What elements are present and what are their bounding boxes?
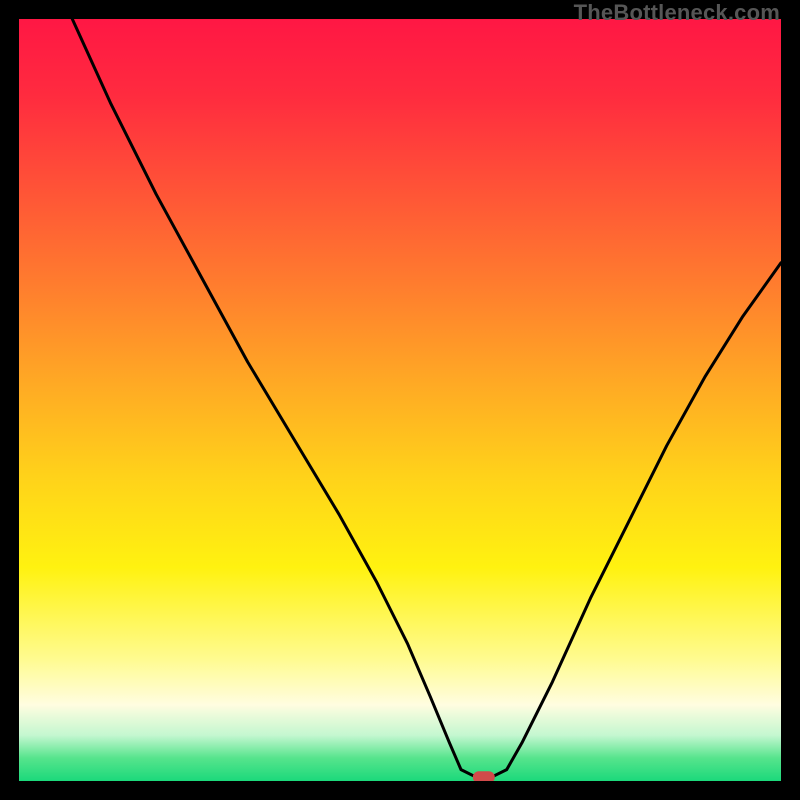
watermark: TheBottleneck.com [574,0,780,26]
chart-frame: { "watermark": "TheBottleneck.com", "col… [0,0,800,800]
chart-background [19,19,781,781]
min-bottleneck-marker [473,771,495,781]
bottleneck-chart [19,19,781,781]
